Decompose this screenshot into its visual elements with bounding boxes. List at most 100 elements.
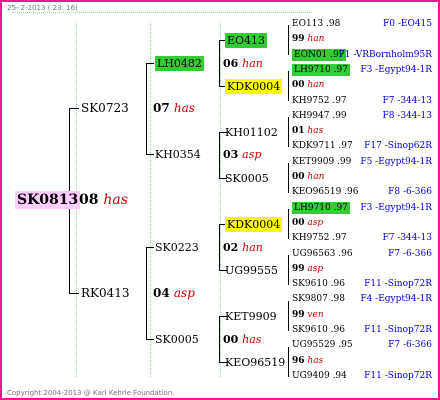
year: 07 [153,101,170,115]
grandparent-year-desc: 02 han [223,242,263,253]
g5-info: F3 -Egypt94-1R [360,65,432,75]
g4-bird[interactable]: UG99555 [225,265,278,276]
g5-bird[interactable]: UG9409 .94 [292,372,347,381]
g5-info: F0 -EO415 [383,19,432,29]
g5-bird[interactable]: KET9909 .99 [292,158,351,167]
connector [69,293,79,294]
g5-info: F17 -Sinop62R [364,141,432,151]
g5-bird[interactable]: SK9610 .96 [292,280,345,289]
bird-ring: KET9909 .99 [292,157,352,167]
connector [146,247,154,248]
dotted-guide [220,22,222,377]
g5-year-desc: 00 han [292,173,324,182]
g5-year-desc: 99 ven [292,311,324,320]
g4-bird[interactable]: SK0005 [225,173,269,184]
grandparent-bird[interactable]: LH0482 [155,56,204,71]
g5-info: F3 -Egypt94-1R [360,203,432,213]
connector [146,339,154,340]
g5-year-desc: 99 han [292,35,324,44]
connector [146,63,154,64]
timestamp: 25- 2-2013 ( 23: 16) [7,4,78,12]
descriptor: asp [173,286,195,300]
g5-bird[interactable]: UG96563 .96 [292,250,353,259]
year: 00 [292,172,305,182]
connector [288,25,289,55]
g5-year-desc: 00 asp [292,219,323,228]
connector [69,108,79,109]
bird-ring: EO113 .98 [292,19,341,29]
copyright: Copyright 2004-2013 @ Karl Kehrle Founda… [7,389,175,397]
grandparent-bird[interactable]: KH0354 [155,149,201,160]
g5-bird[interactable]: KH9752 .97 [292,234,347,243]
g5-year-desc: 96 has [292,357,323,366]
g5-info: F7 -6-366 [388,340,432,350]
connector [288,347,289,377]
connector [219,132,220,178]
year: 06 [223,57,239,70]
subject-bird[interactable]: SK0813 [15,191,81,209]
parent-year-desc: 07 has [153,102,195,114]
year: 99 [292,310,305,320]
g5-bird[interactable]: KDK9711 .97 [292,142,353,151]
bird-ring: LH9710 .97 [292,202,350,214]
dotted-guide [12,12,312,14]
descriptor: asp [307,264,324,274]
g5-info: F7 -344-13 [382,233,432,243]
parent-bird[interactable]: RK0413 [81,287,130,299]
g5-year-desc: 00 han [292,81,324,90]
grandparent-bird[interactable]: SK0005 [155,334,199,345]
g5-info: F11 -Sinop72R [364,279,432,289]
grandparent-bird[interactable]: SK0223 [155,242,199,253]
g5-bird[interactable]: SK9610 .96 [292,326,345,335]
g4-bird[interactable]: KET9909 [225,311,277,322]
g5-bird[interactable]: EO113 .98 [292,20,340,29]
g4-bird[interactable]: KH01102 [225,127,278,138]
bird-ring: UG9409 .94 [292,371,347,381]
descriptor: has [173,101,195,115]
g5-bird[interactable]: LH9710 .97 [292,202,350,214]
bird-ring: SK9610 .96 [292,325,345,335]
connector [288,209,289,239]
g5-info: F11 -Sinop72R [364,371,432,381]
connector [288,255,289,285]
g5-bird[interactable]: SK9807 .98 [292,295,345,304]
pedigree-frame: 25- 2-2013 ( 23: 16) SK0813 08 has SK072… [0,0,440,400]
g5-info: F8 -344-13 [382,111,432,121]
bird-ring: KH9752 .97 [292,96,347,106]
g5-info: F11 -Sinop72R [364,325,432,335]
connector [288,117,289,147]
bird-name: KDK0004 [225,217,283,232]
connector [146,154,154,155]
g4-bird[interactable]: KDK0004 [225,79,283,94]
parent-bird[interactable]: SK0723 [81,102,129,114]
bird-ring: UG95529 .95 [292,340,353,350]
grandparent-year-desc: 06 han [223,58,263,69]
descriptor: has [103,192,128,208]
g5-info: F7 -6-366 [388,249,432,259]
descriptor: has [307,356,324,366]
g5-bird[interactable]: UG95529 .95 [292,341,353,350]
g5-info: F1 -VRBornholm95R [338,50,432,60]
g4-bird[interactable]: KDK0004 [225,217,283,232]
g4-bird[interactable]: EO413 [225,33,268,48]
grandparent-year-desc: 00 has [223,334,261,345]
bird-ring: UG96563 .96 [292,249,353,259]
g5-info: F7 -344-13 [382,96,432,106]
connector [288,71,289,101]
g5-bird[interactable]: KH9947 .99 [292,112,347,121]
g5-bird[interactable]: KH9752 .97 [292,97,347,106]
g4-bird[interactable]: KEO96519 [225,357,285,368]
year: 04 [153,286,170,300]
g5-bird[interactable]: KEO96519 .96 [292,188,358,197]
descriptor: asp [307,218,324,228]
connector [146,63,147,155]
g5-year-desc: 01 has [292,127,323,136]
year: 00 [292,80,305,90]
bird-name: KDK0004 [225,79,283,94]
parent-year-desc: 04 asp [153,287,195,299]
g5-info: F8 -6-366 [388,187,432,197]
connector [146,247,147,339]
g5-bird[interactable]: LH9710 .97 [292,64,350,76]
bird-ring: KDK9711 .97 [292,141,353,151]
descriptor: asp [242,148,262,161]
